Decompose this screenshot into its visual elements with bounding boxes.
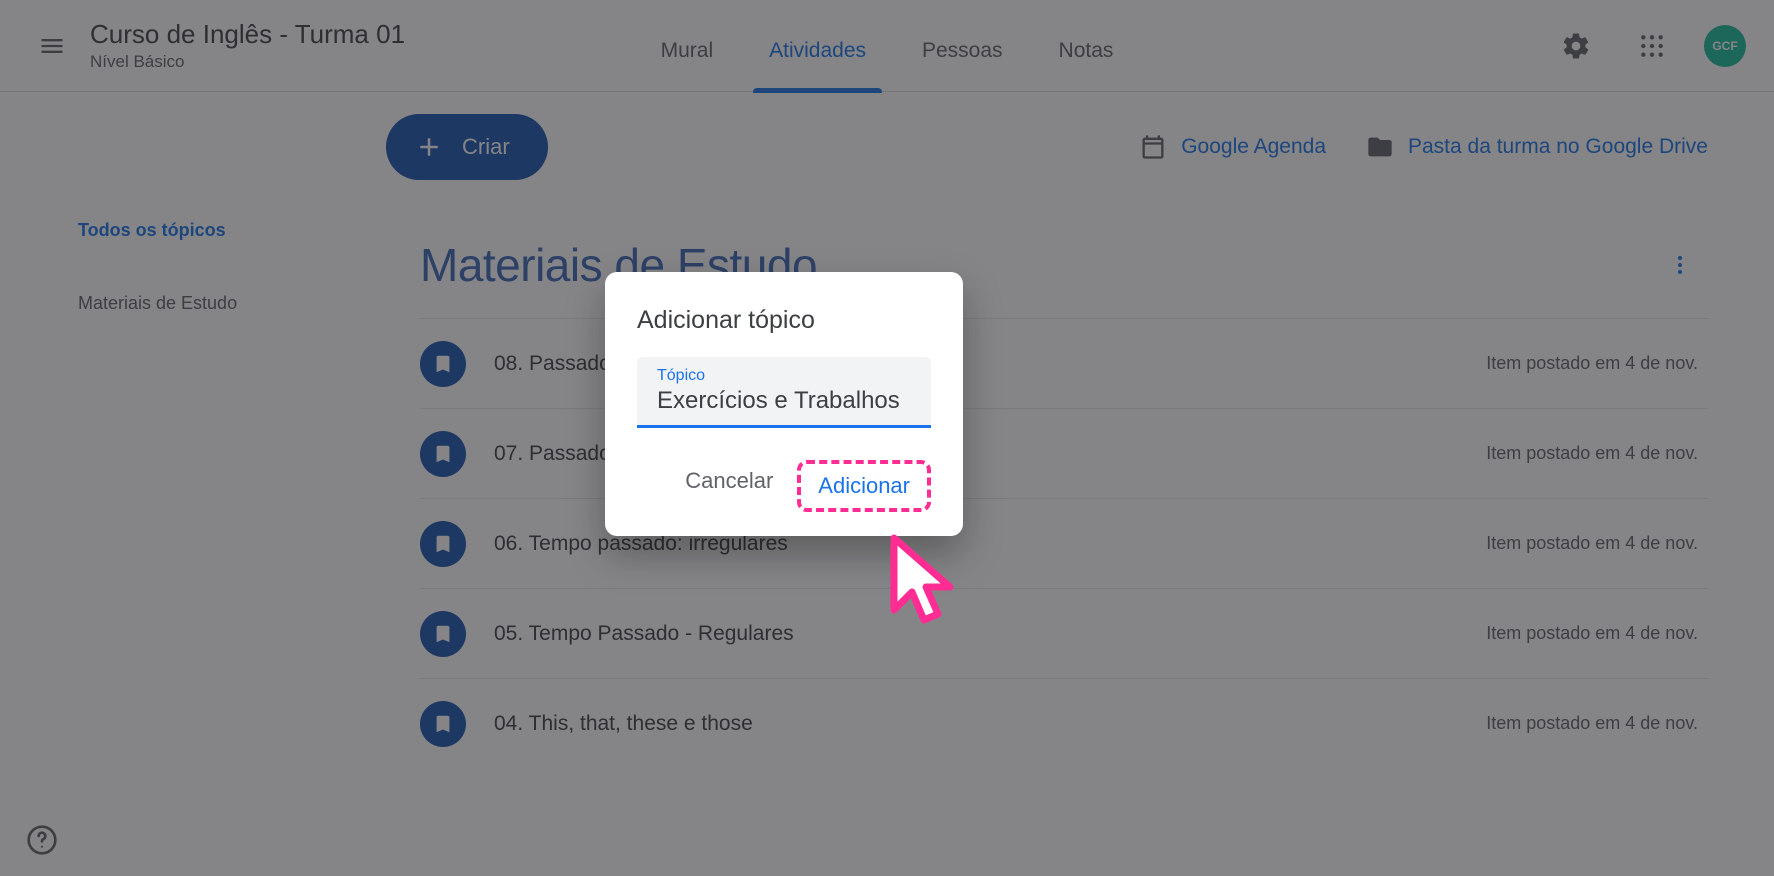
add-topic-dialog: Adicionar tópico Tópico Cancelar Adicion… — [605, 272, 963, 536]
topic-field[interactable]: Tópico — [637, 357, 931, 428]
add-button-highlight: Adicionar — [797, 460, 931, 512]
dialog-title: Adicionar tópico — [637, 306, 931, 335]
dialog-actions: Cancelar Adicionar — [637, 460, 931, 512]
add-button[interactable]: Adicionar — [802, 465, 926, 507]
topic-field-label: Tópico — [657, 367, 911, 385]
cursor-annotation-icon — [884, 532, 964, 642]
topic-input[interactable] — [657, 387, 911, 415]
cancel-button[interactable]: Cancelar — [669, 460, 789, 512]
